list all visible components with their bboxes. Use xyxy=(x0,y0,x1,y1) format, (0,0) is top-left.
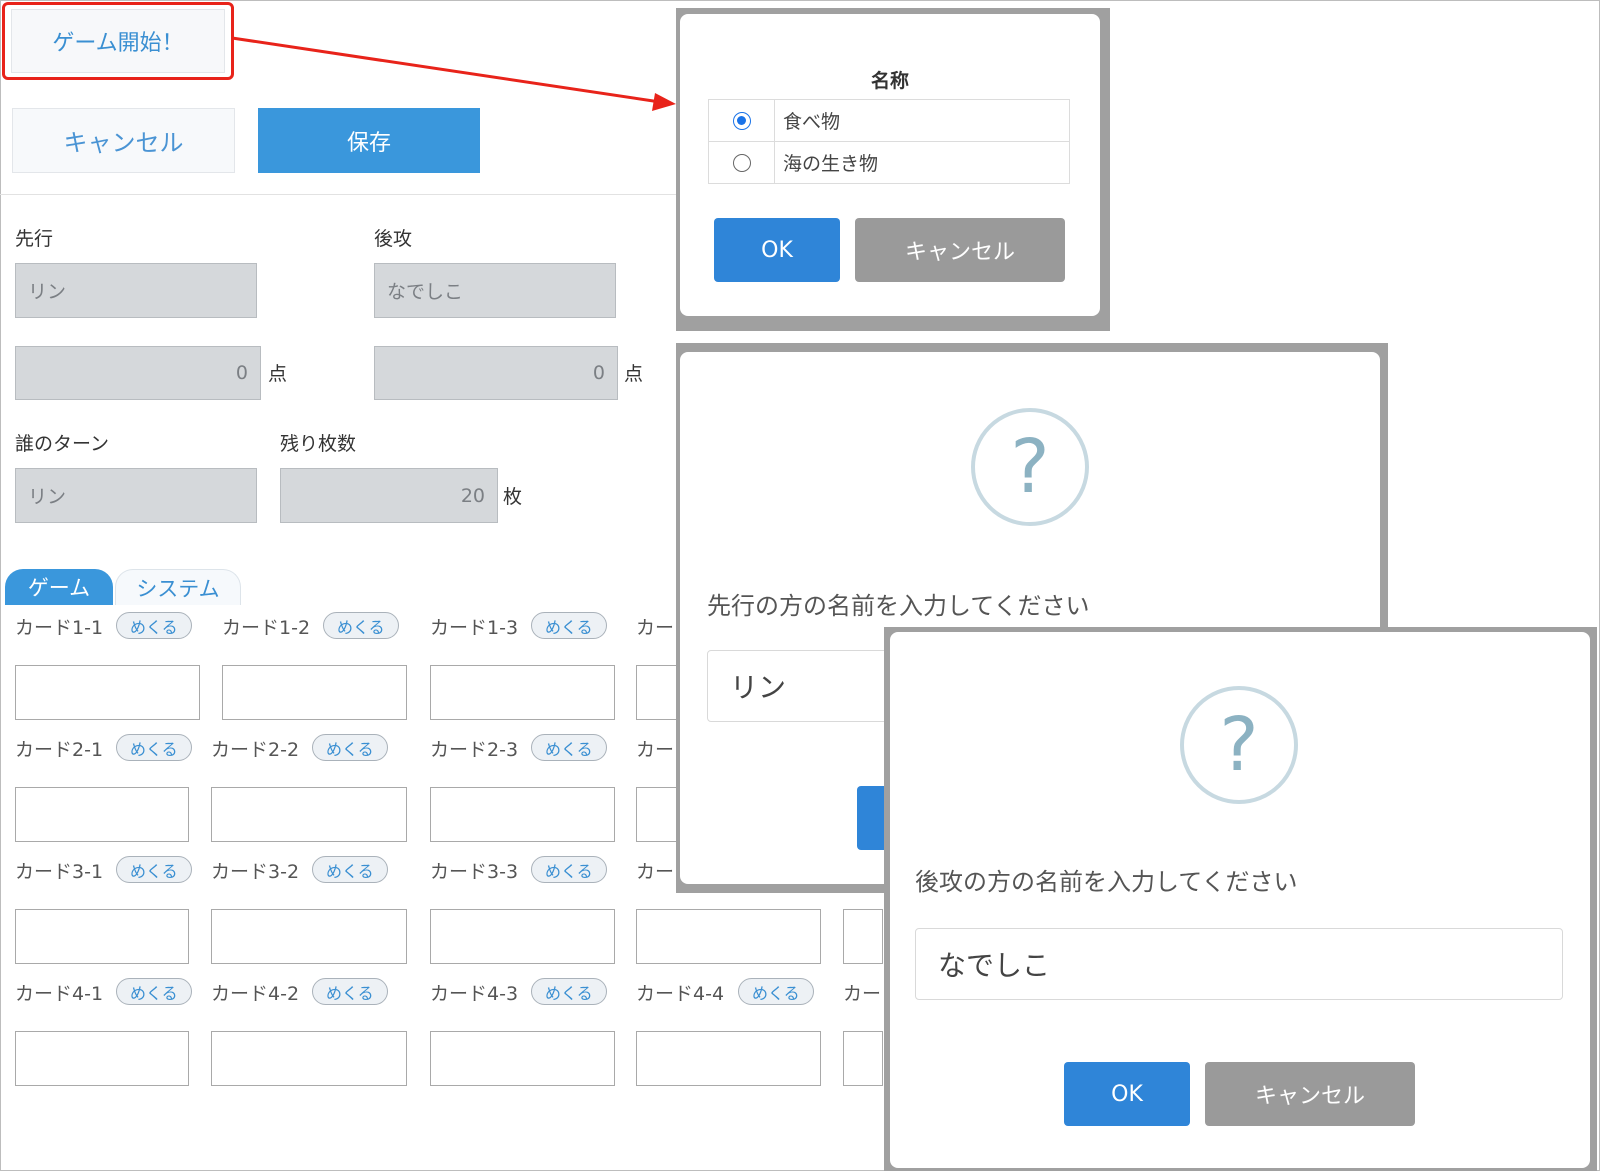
cancel-button[interactable]: キャンセル xyxy=(12,108,235,173)
radio-selected-icon[interactable] xyxy=(732,112,751,130)
card-slot[interactable] xyxy=(430,665,615,720)
second-name-input[interactable]: なでしこ xyxy=(915,928,1563,1000)
card-slot[interactable] xyxy=(636,1031,821,1086)
second-name-cancel-button[interactable]: キャンセル xyxy=(1205,1062,1415,1126)
category-cancel-button[interactable]: キャンセル xyxy=(855,218,1065,282)
card-slot[interactable] xyxy=(222,665,407,720)
second-player-label: 後攻 xyxy=(374,228,413,250)
card-label: カード1-2 xyxy=(222,617,311,639)
card-label: カード4-1 xyxy=(15,983,104,1005)
flip-button[interactable]: めくる xyxy=(531,856,607,883)
flip-button[interactable]: めくる xyxy=(116,612,192,639)
second-score-field[interactable]: 0 xyxy=(374,346,618,400)
first-score-field[interactable]: 0 xyxy=(15,346,261,400)
category-options: 食べ物 海の生き物 xyxy=(708,99,1070,184)
flip-button[interactable]: めくる xyxy=(531,612,607,639)
remaining-field[interactable]: 20 xyxy=(280,468,498,523)
flip-button[interactable]: めくる xyxy=(531,978,607,1005)
card-slot[interactable] xyxy=(211,787,407,842)
card-slot[interactable] xyxy=(430,909,615,964)
flip-button[interactable]: めくる xyxy=(323,612,399,639)
card-label: カー xyxy=(843,983,882,1005)
category-dialog-title: 名称 xyxy=(870,70,909,92)
flip-button[interactable]: めくる xyxy=(738,978,814,1005)
category-option-row[interactable]: 食べ物 xyxy=(708,99,1070,142)
flip-button[interactable]: めくる xyxy=(531,734,607,761)
card-label: カー xyxy=(636,861,675,883)
card-slot[interactable] xyxy=(15,909,189,964)
flip-button[interactable]: めくる xyxy=(312,978,388,1005)
card-label: カード4-3 xyxy=(430,983,519,1005)
first-player-field[interactable]: リン xyxy=(15,263,257,318)
flip-button[interactable]: めくる xyxy=(116,856,192,883)
radio-unselected-icon[interactable] xyxy=(732,154,751,172)
remaining-unit: 枚 xyxy=(503,486,523,508)
flip-button[interactable]: めくる xyxy=(312,734,388,761)
category-option-label: 海の生き物 xyxy=(774,141,1070,184)
category-option-row[interactable]: 海の生き物 xyxy=(708,141,1070,184)
card-label: カー xyxy=(636,739,675,761)
turn-field[interactable]: リン xyxy=(15,468,257,523)
second-score-unit: 点 xyxy=(624,363,644,385)
card-label: カード1-1 xyxy=(15,617,104,639)
card-slot[interactable] xyxy=(211,909,407,964)
card-slot[interactable] xyxy=(430,787,615,842)
card-slot[interactable] xyxy=(843,1031,883,1086)
tab-game[interactable]: ゲーム xyxy=(5,569,113,605)
start-button-highlight: ゲーム開始！ xyxy=(2,2,234,80)
card-label: カード3-2 xyxy=(211,861,300,883)
card-slot[interactable] xyxy=(843,909,883,964)
card-label: カー xyxy=(636,617,675,639)
remaining-label: 残り枚数 xyxy=(280,433,357,455)
category-ok-button[interactable]: OK xyxy=(714,218,840,282)
card-label: カード2-1 xyxy=(15,739,104,761)
card-slot[interactable] xyxy=(15,665,200,720)
card-label: カード3-3 xyxy=(430,861,519,883)
category-option-label: 食べ物 xyxy=(774,99,1070,142)
card-slot[interactable] xyxy=(430,1031,615,1086)
card-label: カード2-2 xyxy=(211,739,300,761)
second-name-dialog: ? 後攻の方の名前を入力してください なでしこ OK キャンセル xyxy=(890,632,1590,1168)
second-name-prompt: 後攻の方の名前を入力してください xyxy=(915,868,1298,896)
flip-button[interactable]: めくる xyxy=(312,856,388,883)
first-player-label: 先行 xyxy=(15,228,54,250)
category-dialog: 名称 食べ物 海の生き物 OK キャンセル xyxy=(680,14,1100,316)
save-button[interactable]: 保存 xyxy=(258,108,480,173)
card-label: カード2-3 xyxy=(430,739,519,761)
card-label: カード4-4 xyxy=(636,983,725,1005)
flip-button[interactable]: めくる xyxy=(116,978,192,1005)
card-label: カード1-3 xyxy=(430,617,519,639)
card-slot[interactable] xyxy=(636,909,821,964)
tab-system[interactable]: システム xyxy=(115,569,241,605)
card-slot[interactable] xyxy=(15,1031,189,1086)
first-score-unit: 点 xyxy=(268,363,288,385)
first-name-prompt: 先行の方の名前を入力してください xyxy=(707,592,1090,620)
question-icon: ? xyxy=(971,408,1089,526)
card-label: カード4-2 xyxy=(211,983,300,1005)
turn-label: 誰のターン xyxy=(15,433,110,455)
second-name-ok-button[interactable]: OK xyxy=(1064,1062,1190,1126)
card-slot[interactable] xyxy=(211,1031,407,1086)
second-player-field[interactable]: なでしこ xyxy=(374,263,616,318)
question-icon: ? xyxy=(1180,686,1298,804)
card-slot[interactable] xyxy=(15,787,189,842)
game-start-button[interactable]: ゲーム開始！ xyxy=(11,9,225,73)
flip-button[interactable]: めくる xyxy=(116,734,192,761)
card-label: カード3-1 xyxy=(15,861,104,883)
